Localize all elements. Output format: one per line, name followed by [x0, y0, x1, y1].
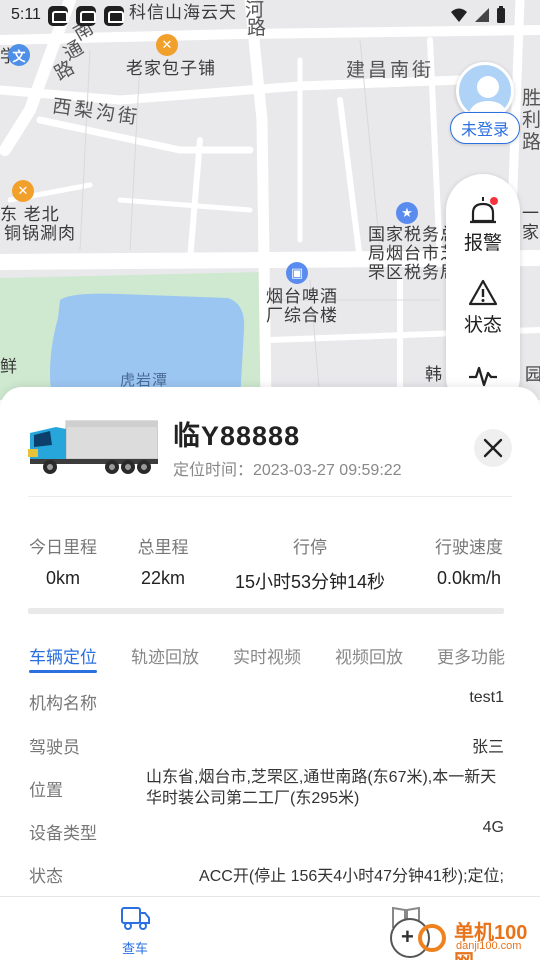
close-button[interactable] [474, 429, 512, 467]
map-label: 铜锅涮肉 [4, 224, 76, 243]
map-label: 鲜 [0, 357, 18, 376]
stat-label: 今日里程 [29, 538, 97, 557]
detail-tabs: 车辆定位 轨迹回放 实时视频 视频回放 更多功能 [0, 643, 540, 679]
stat-value: 22km [140, 568, 185, 588]
divider [28, 496, 512, 497]
info-key: 机构名称 [29, 694, 97, 713]
map-tools-panel: 报警 状态 [446, 174, 520, 400]
signal-icon [475, 8, 489, 22]
truck-icon [121, 907, 150, 930]
map-label: 利 [522, 110, 540, 131]
vehicle-detail-sheet: 临Y88888 定位时间：2023-03-27 09:59:22 今日里程 0k… [0, 387, 540, 907]
info-value: test1 [469, 689, 504, 706]
building-icon[interactable]: ▣ [286, 262, 308, 284]
nav-item-check-vehicle[interactable]: 查车 [105, 905, 165, 957]
tab-track-playback[interactable]: 轨迹回放 [131, 643, 199, 668]
nav-label: 查车 [121, 941, 148, 956]
watermark-text: 单机100网 [454, 922, 528, 960]
stat-value: 0km [45, 568, 80, 588]
active-tab-indicator [29, 670, 97, 673]
section-divider [28, 608, 504, 614]
map-label: 老家包子铺 [126, 59, 216, 78]
info-value: 山东省,烟台市,芝罘区,通世南路(东67米),本一新天华时装公司第二工厂(东29… [146, 769, 497, 807]
map-label: 园 [525, 365, 540, 384]
truck-image [28, 420, 158, 474]
map-view[interactable]: 科信山海云天 河 路 南 通 路 老家包子铺 建昌南街 西梨沟街 胜 利 路 东… [0, 0, 540, 400]
map-label: 一址 [522, 204, 540, 223]
stat-value: 0.0km/h [436, 568, 502, 588]
info-key: 驾驶员 [29, 738, 80, 757]
warning-icon [468, 279, 498, 306]
stat-label: 总里程 [137, 538, 189, 557]
status-label: 状态 [463, 315, 502, 336]
map-label: 国家税务总 [368, 225, 458, 244]
map-label: 东 老北 [0, 205, 60, 224]
info-value: ACC开(停止 156天4小时47分钟41秒);定位; [199, 868, 504, 885]
map-label: 韩 [425, 365, 443, 384]
stat-value: 15小时53分钟14秒 [234, 572, 386, 592]
status-time: 5:11 [11, 6, 41, 23]
app-notification-icon [104, 6, 124, 26]
alarm-icon [470, 197, 498, 224]
status-icons [450, 6, 506, 24]
stat-drive-stop: 行停 15小时53分钟14秒 [216, 533, 404, 594]
map-label: 厂综合楼 [266, 306, 338, 325]
map-label: 局烟台市芝 [368, 244, 458, 263]
tab-vehicle-location[interactable]: 车辆定位 [29, 643, 97, 668]
watermark-sub: danji100.com [456, 940, 522, 952]
app-notification-icon [76, 6, 96, 26]
vehicle-plate: 临Y88888 [173, 421, 301, 451]
app-notification-icon [48, 6, 68, 26]
alarm-button[interactable]: 报警 [446, 196, 520, 276]
tab-live-video[interactable]: 实时视频 [233, 643, 301, 668]
tab-video-playback[interactable]: 视频回放 [335, 643, 403, 668]
status-button[interactable]: 状态 [446, 278, 520, 358]
map-label: 路 [522, 132, 540, 153]
wifi-icon [451, 8, 467, 22]
alarm-label: 报警 [463, 233, 502, 254]
stat-label: 行停 [293, 538, 327, 557]
map-label: 家宴 [522, 223, 540, 242]
pulse-icon [469, 366, 497, 387]
government-icon[interactable]: ★ [396, 202, 418, 224]
info-value: 张三 [471, 739, 504, 756]
map-label: 烟台啤酒 [266, 287, 338, 306]
watermark-logo: 单机100网 danji100.com [390, 914, 540, 960]
info-key: 状态 [29, 867, 63, 886]
info-value: 4G [482, 819, 504, 836]
restaurant-icon[interactable]: ✕ [156, 34, 178, 56]
close-icon [483, 438, 503, 458]
map-label: 建昌南街 [346, 60, 435, 81]
stat-total-mileage: 总里程 22km [122, 533, 204, 589]
stat-label: 行驶速度 [435, 538, 503, 557]
map-label: 胜 [522, 88, 540, 109]
watermark-ring-icon [418, 924, 446, 952]
restaurant-icon[interactable]: ✕ [12, 180, 34, 202]
battery-icon [497, 6, 505, 23]
info-key: 设备类型 [29, 824, 97, 843]
map-label: 罘区税务局 [368, 263, 458, 282]
info-key: 位置 [29, 781, 63, 800]
stat-speed: 行驶速度 0.0km/h [424, 533, 514, 589]
school-icon[interactable]: 文 [8, 44, 30, 66]
tab-more-functions[interactable]: 更多功能 [437, 643, 505, 668]
login-button[interactable]: 未登录 [450, 112, 520, 144]
location-time: 定位时间：2023-03-27 09:59:22 [173, 462, 402, 479]
status-bar: 5:11 [0, 0, 540, 32]
stat-today-mileage: 今日里程 0km [22, 533, 104, 589]
